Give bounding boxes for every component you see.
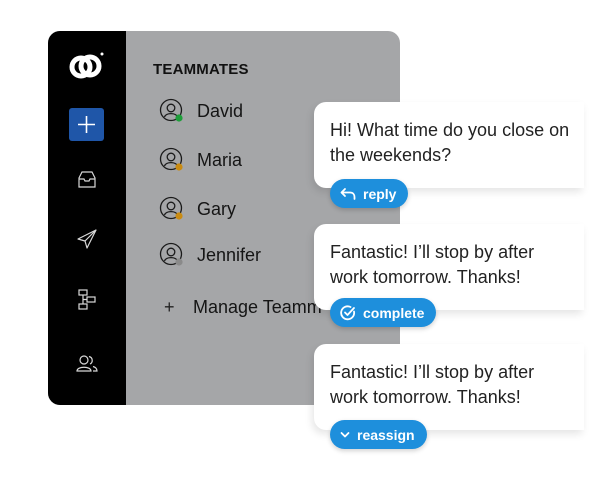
panel-title: TEAMMATES — [153, 61, 249, 78]
message-card: Hi! What time do you close on the weeken… — [314, 102, 584, 188]
message-text: Hi! What time do you close on the weeken… — [330, 120, 570, 165]
manage-label: Manage Teamm — [192, 297, 322, 317]
avatar-icon — [159, 242, 183, 266]
linked-circles-logo — [69, 52, 104, 79]
status-dot — [175, 212, 183, 220]
add-button[interactable] — [69, 108, 104, 141]
complete-label: complete — [363, 304, 425, 321]
reassign-button[interactable]: reassign — [330, 420, 427, 449]
teammate-name: Gary — [197, 199, 237, 219]
send-icon[interactable] — [75, 227, 99, 251]
reply-label: reply — [363, 185, 397, 202]
message-text: Fantastic! I’ll stop by after work tomor… — [330, 242, 535, 287]
message-text: Fantastic! I’ll stop by after work tomor… — [330, 362, 535, 407]
manage-plus-icon: + — [164, 297, 175, 317]
manage-teammates-link[interactable]: + Manage Teamm — [164, 297, 322, 318]
avatar-icon — [159, 196, 183, 220]
message-card: Fantastic! I’ll stop by after work tomor… — [314, 344, 584, 430]
reply-button[interactable]: reply — [330, 179, 409, 208]
avatar-icon — [159, 147, 183, 171]
reassign-label: reassign — [357, 426, 415, 443]
complete-button[interactable]: complete — [330, 298, 437, 327]
check-circle-icon — [340, 304, 355, 320]
avatar-icon — [159, 98, 183, 122]
reply-arrow-icon — [340, 187, 356, 200]
chevron-down-icon — [340, 431, 350, 437]
status-dot — [175, 258, 183, 266]
plus-icon — [78, 116, 95, 133]
teammate-name: David — [197, 101, 244, 121]
sidebar-rail — [48, 31, 126, 405]
inbox-icon[interactable] — [75, 168, 99, 192]
teammate-name: Maria — [197, 150, 243, 170]
status-dot — [175, 114, 183, 122]
team-icon[interactable] — [75, 351, 99, 375]
workflow-icon[interactable] — [75, 287, 99, 311]
status-dot — [175, 163, 183, 171]
teammate-name: Jennifer — [197, 245, 262, 265]
